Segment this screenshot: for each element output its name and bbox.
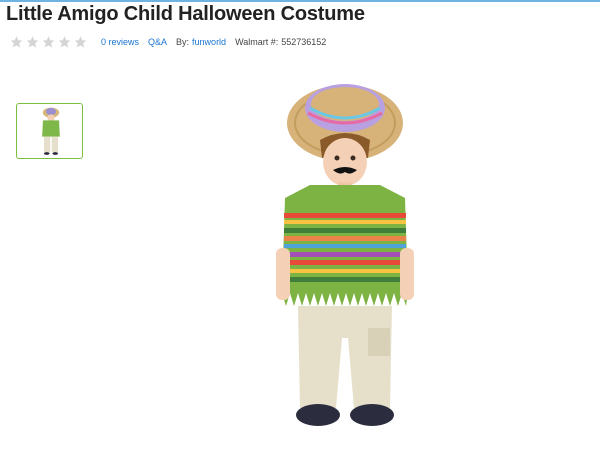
star-icon: [25, 35, 40, 49]
walmart-number-label: Walmart #:: [235, 37, 279, 47]
walmart-number: 552736152: [281, 37, 327, 47]
qa-link[interactable]: Q&A: [148, 37, 167, 47]
rating-stars[interactable]: [9, 35, 89, 49]
star-icon: [41, 35, 56, 49]
top-accent-line: [0, 0, 600, 2]
star-icon: [57, 35, 72, 49]
brand-link[interactable]: funworld: [192, 37, 226, 47]
product-title: Little Amigo Child Halloween Costume: [6, 3, 365, 25]
thumbnail-image: [42, 107, 60, 155]
star-icon: [73, 35, 88, 49]
product-main-image: [276, 84, 414, 426]
product-thumbnail[interactable]: [16, 103, 83, 159]
by-label: By:: [176, 37, 190, 47]
star-icon: [9, 35, 24, 49]
reviews-link[interactable]: 0 reviews: [101, 37, 139, 47]
product-meta-row: 0 reviews Q&A By: funworld Walmart #: 55…: [9, 35, 329, 49]
